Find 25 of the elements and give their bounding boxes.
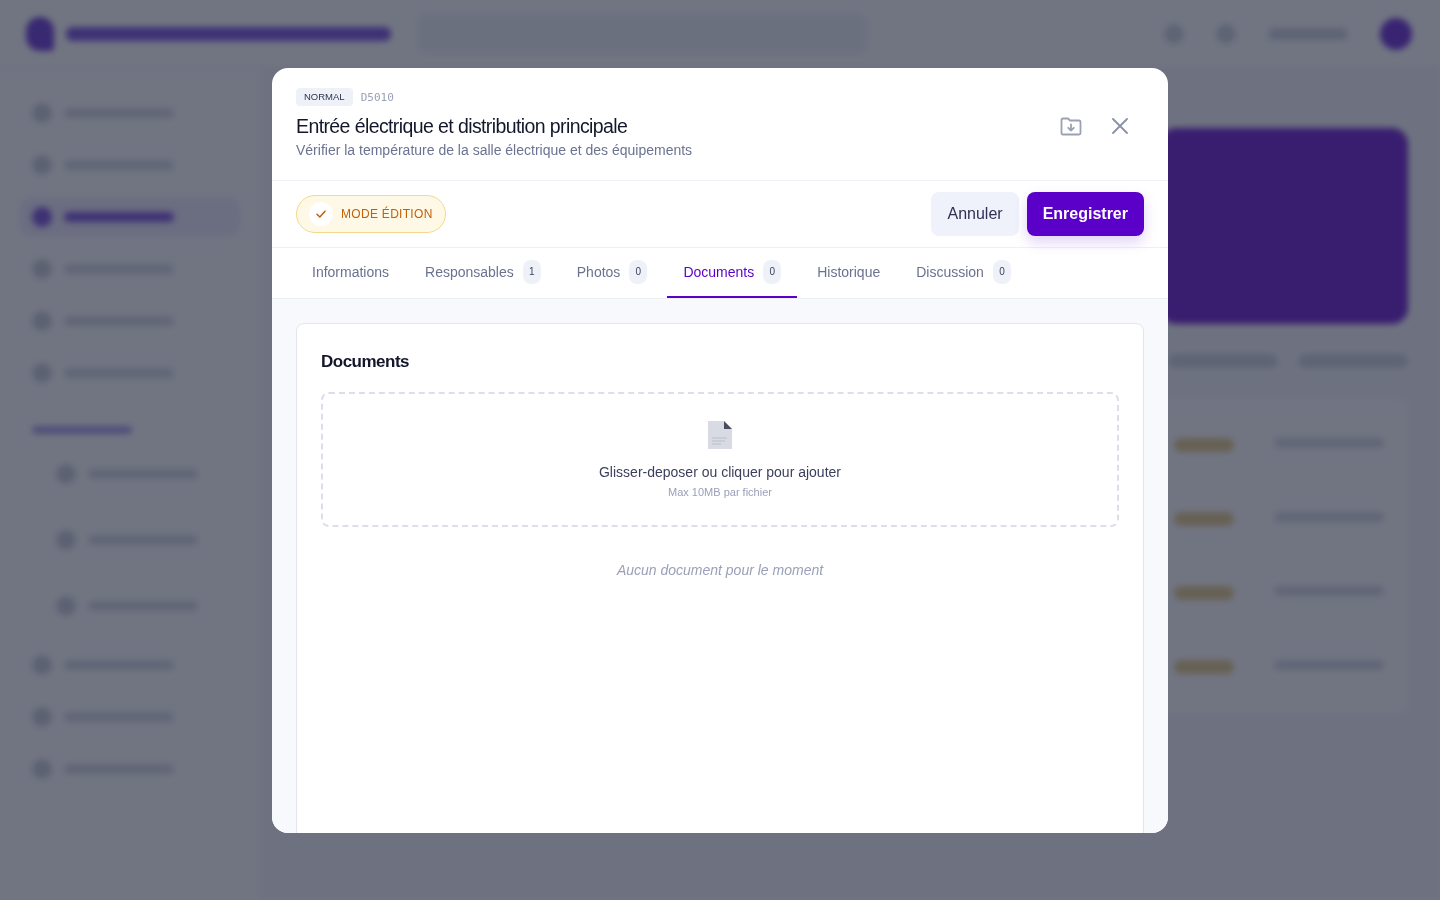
- item-code: D5010: [360, 90, 394, 104]
- dropzone-prompt: Glisser-deposer ou cliquer pour ajouter: [599, 463, 841, 482]
- mode-label: MODE ÉDITION: [341, 207, 433, 221]
- folder-download-icon[interactable]: [1060, 116, 1082, 136]
- count-badge: 1: [522, 260, 541, 284]
- modal-title: Entrée électrique et distribution principale: [296, 114, 629, 138]
- tab[interactable]: Historique: [801, 248, 897, 298]
- file-icon: [707, 420, 733, 450]
- empty-message: Aucun document pour le moment: [615, 561, 825, 580]
- count-badge: 0: [629, 260, 648, 284]
- tab[interactable]: Responsables 1: [409, 248, 557, 298]
- section-heading: Documents: [321, 351, 411, 373]
- count-badge: 0: [763, 260, 782, 284]
- file-dropzone[interactable]: Glisser-deposer ou cliquer pour ajouter Max 10MB par fichier: [321, 392, 1119, 527]
- priority-tag: NORMAL: [296, 88, 353, 106]
- tab[interactable]: Discussion 0: [900, 248, 1027, 298]
- check-icon: [309, 202, 333, 226]
- tab[interactable]: Photos 0: [560, 248, 664, 298]
- dropzone-hint: Max 10MB par fichier: [668, 485, 772, 500]
- count-badge: 0: [992, 260, 1011, 284]
- cancel-button[interactable]: Annuler: [931, 192, 1019, 236]
- modal-subtitle: Vérifier la température de la salle électrique et des équipements: [296, 141, 693, 160]
- close-icon[interactable]: [1112, 118, 1128, 134]
- tab[interactable]: Informations: [296, 248, 406, 298]
- save-button[interactable]: Enregistrer: [1026, 192, 1144, 236]
